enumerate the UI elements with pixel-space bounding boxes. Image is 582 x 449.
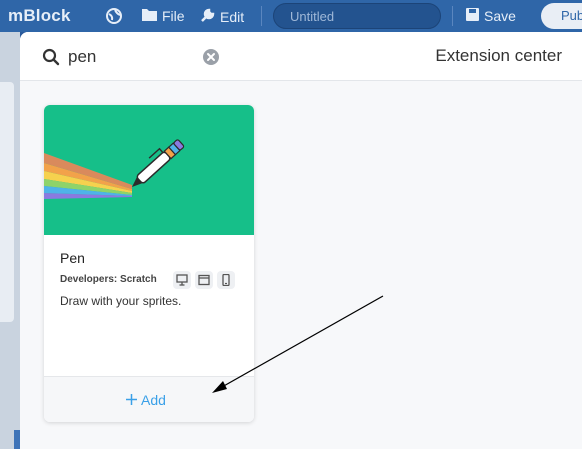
- annotation-arrow: [212, 295, 384, 393]
